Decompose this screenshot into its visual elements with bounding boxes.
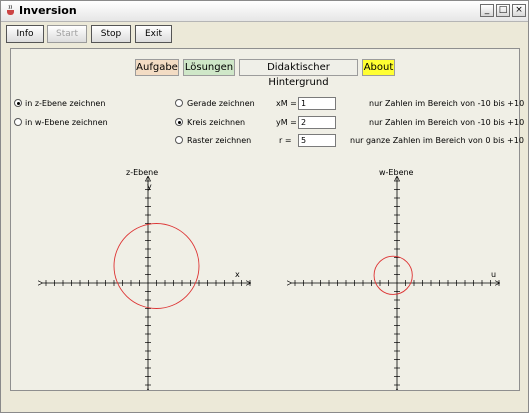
- app-window: Inversion _ □ × Info Start Stop Exit Auf…: [0, 0, 529, 413]
- start-button[interactable]: Start: [47, 25, 87, 43]
- main-panel: Aufgabe Lösungen Didaktischer Hintergrun…: [10, 48, 524, 391]
- w-u-axis-label: u: [491, 270, 496, 279]
- title-bar: Inversion _ □ ×: [1, 1, 528, 22]
- z-plane-plot[interactable]: [42, 177, 250, 390]
- w-circle: [373, 255, 413, 295]
- z-circle: [113, 223, 200, 309]
- java-cup-icon: [7, 4, 14, 15]
- z-plane-title: z-Ebene: [126, 168, 158, 177]
- z-y-axis-label: y: [147, 182, 152, 191]
- exit-button[interactable]: Exit: [135, 25, 172, 43]
- w-plane-plot[interactable]: [291, 177, 499, 390]
- stop-button[interactable]: Stop: [91, 25, 131, 43]
- z-x-axis-label: x: [235, 270, 240, 279]
- close-button[interactable]: ×: [512, 4, 526, 17]
- w-plane-title: w-Ebene: [379, 168, 414, 177]
- window-title: Inversion: [19, 4, 77, 17]
- maximize-button[interactable]: □: [496, 4, 510, 17]
- info-button[interactable]: Info: [6, 25, 44, 43]
- minimize-button[interactable]: _: [480, 4, 494, 17]
- plot-area: z-Ebene y x w-Ebene u: [11, 168, 519, 390]
